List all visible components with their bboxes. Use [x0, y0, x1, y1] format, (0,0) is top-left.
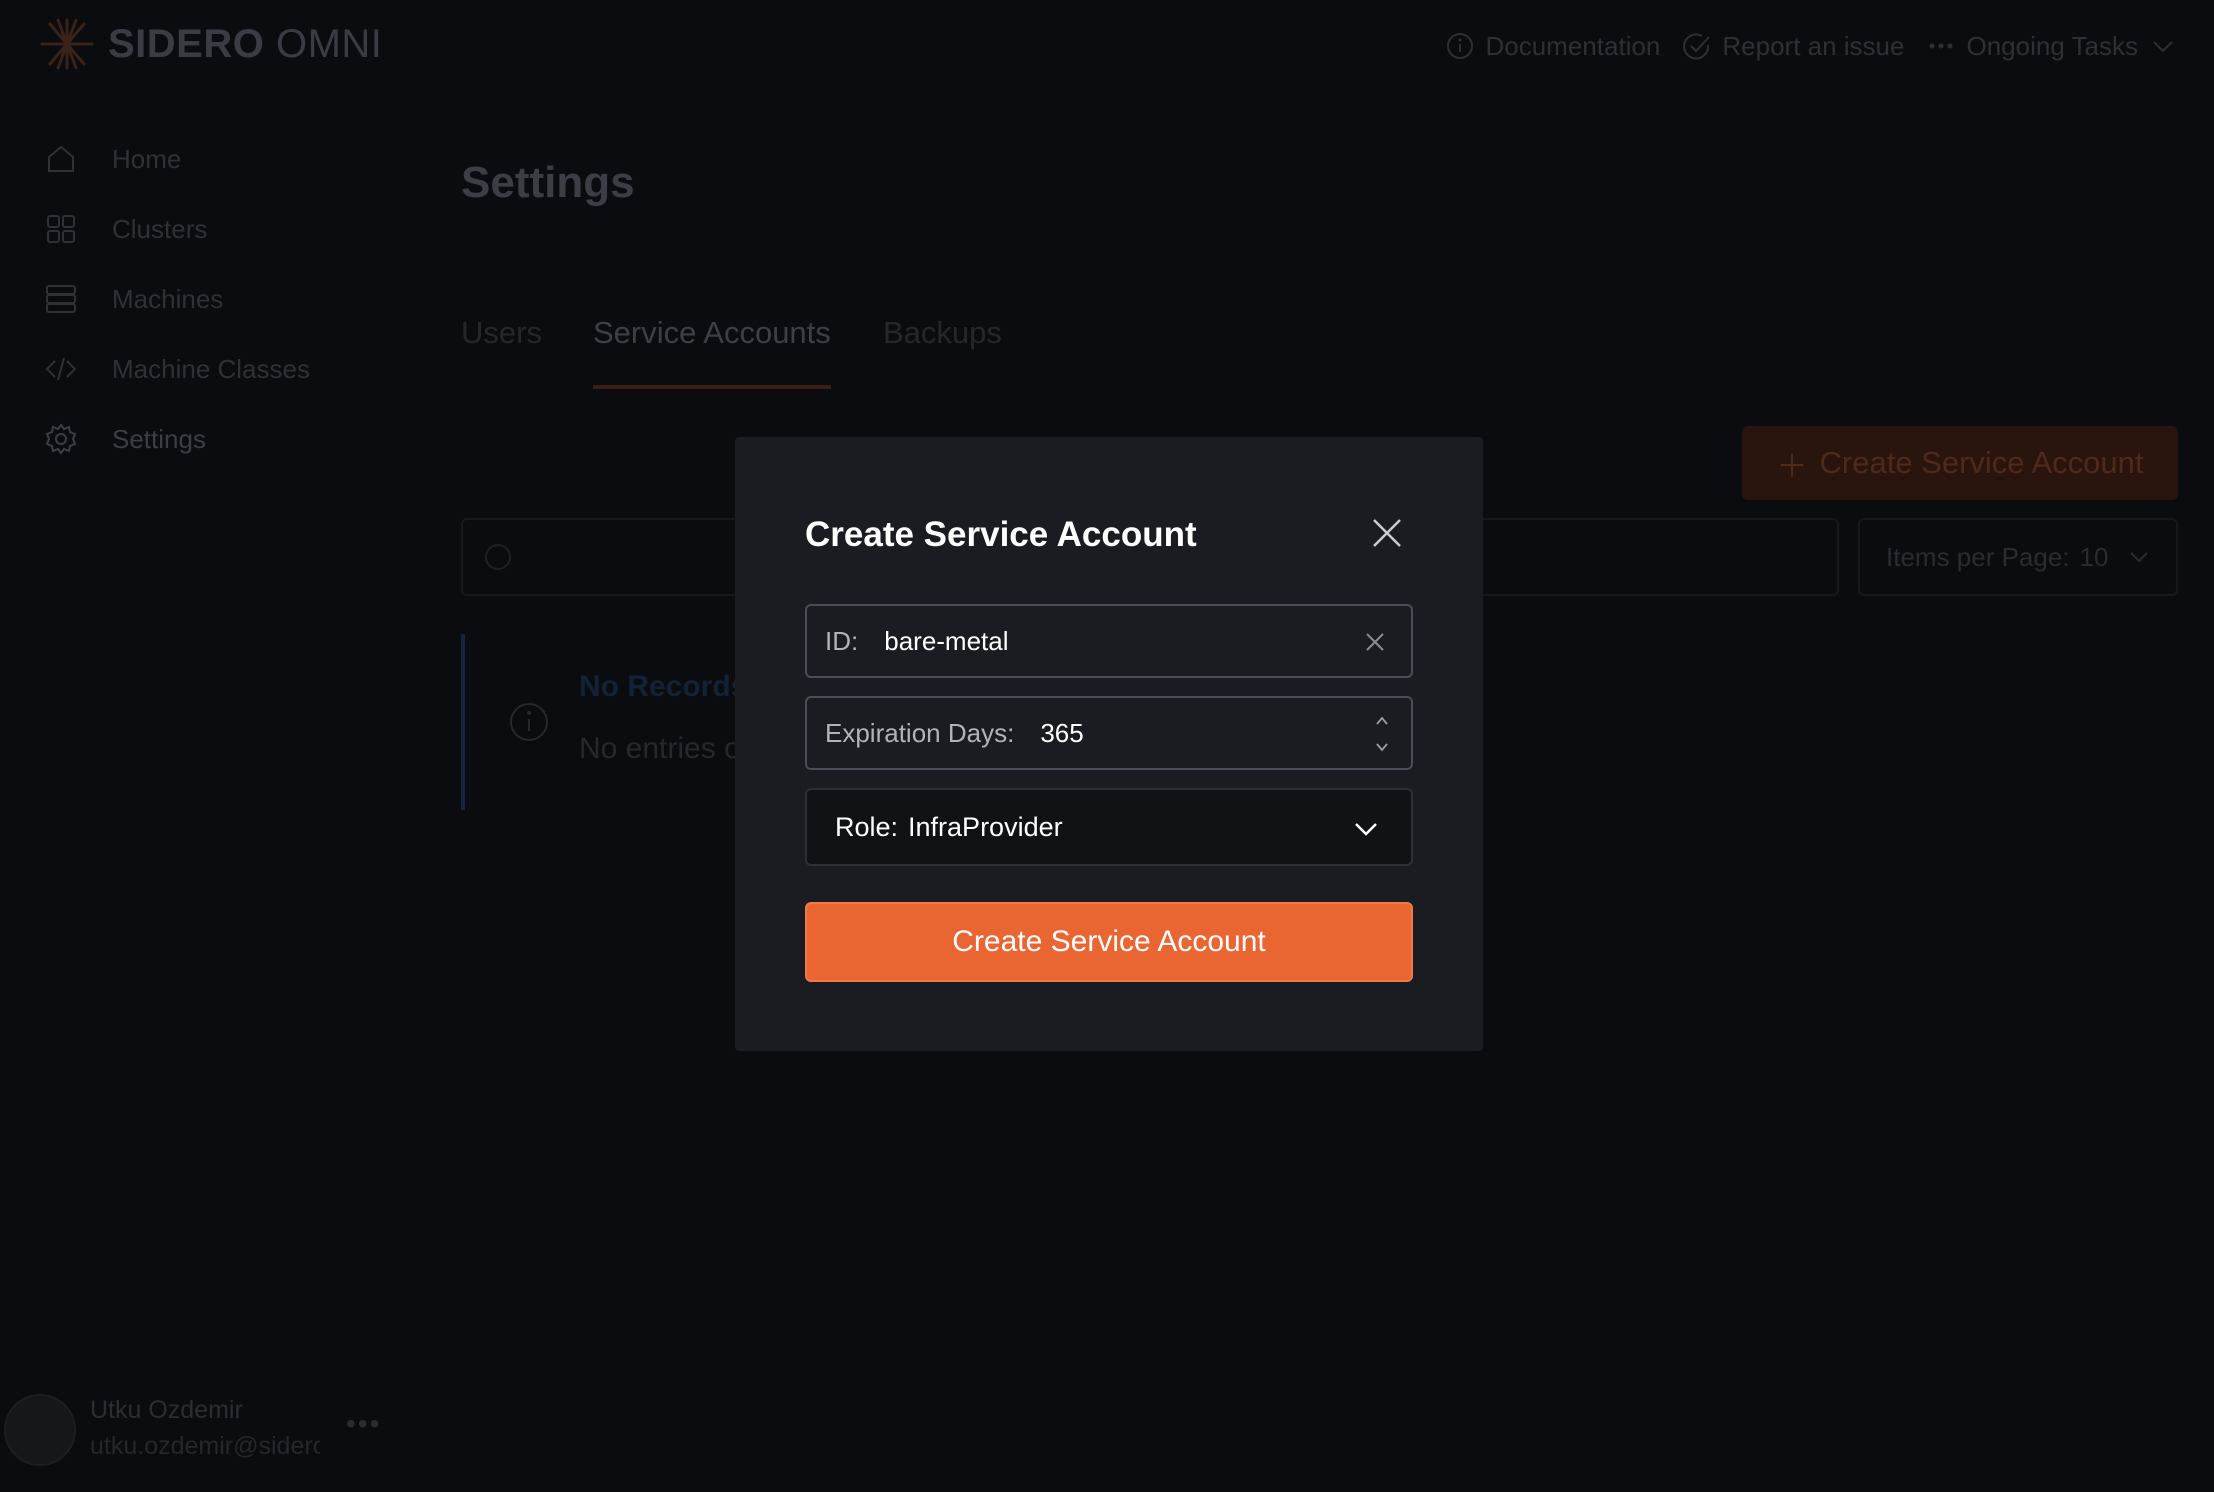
user-email: utku.ozdemir@sidero: [90, 1432, 320, 1460]
info-icon: [510, 703, 548, 741]
create-button-label: Create Service Account: [1819, 445, 2144, 480]
brand-name: SIDERO OMNI: [108, 22, 382, 67]
server-icon: [46, 285, 76, 313]
clear-icon[interactable]: [1361, 628, 1389, 656]
alert-title: No Records: [579, 670, 748, 703]
brand-logo[interactable]: SIDERO OMNI: [36, 14, 382, 74]
brand-name-bold: SIDERO: [108, 21, 265, 66]
id-field-label: ID:: [825, 625, 859, 656]
close-button[interactable]: [1365, 511, 1409, 555]
sidebar-item-settings[interactable]: Settings: [44, 419, 206, 459]
expiration-days-value[interactable]: 365: [1040, 718, 1083, 749]
user-menu-button[interactable]: •••: [346, 1408, 381, 1440]
search-icon: [485, 544, 511, 570]
report-issue-label: Report an issue: [1722, 30, 1905, 61]
per-page-label: Items per Page:: [1886, 541, 2070, 572]
close-icon: [1373, 519, 1401, 547]
role-select[interactable]: Role: InfraProvider: [805, 788, 1413, 866]
id-field-value[interactable]: bare-metal: [884, 626, 1008, 657]
per-page-value: 10: [2079, 541, 2109, 572]
role-select-value: InfraProvider: [908, 811, 1063, 842]
chevron-down-icon[interactable]: [1374, 740, 1390, 754]
create-service-account-modal: Create Service Account ID: bare-metal Ex…: [735, 437, 1483, 1051]
home-icon: [48, 145, 74, 172]
grid-icon: [47, 215, 75, 243]
tab-service-accounts[interactable]: Service Accounts: [593, 315, 831, 351]
documentation-label: Documentation: [1485, 30, 1661, 61]
sidero-logo-icon: [40, 18, 94, 70]
gear-icon: [45, 423, 77, 455]
active-tab-indicator: [593, 385, 831, 389]
sidebar-item-machine-classes[interactable]: Machine Classes: [44, 349, 310, 389]
report-issue-link[interactable]: Report an issue: [1682, 31, 1904, 62]
chevron-down-icon: [2153, 41, 2173, 53]
chevron-down-icon: [2130, 552, 2149, 563]
user-profile[interactable]: Utku Ozdemir utku.ozdemir@sidero •••: [0, 1388, 400, 1478]
create-service-account-button[interactable]: Create Service Account: [805, 902, 1413, 982]
create-service-account-button-bg[interactable]: ＋ Create Service Account: [1742, 426, 2178, 500]
ongoing-tasks-dropdown[interactable]: Ongoing Tasks: [1926, 31, 2178, 62]
sidebar-item-home[interactable]: Home: [44, 139, 181, 179]
expiration-days-label: Expiration Days:: [825, 717, 1015, 748]
sidebar-item-label: Settings: [112, 423, 206, 454]
chevron-up-icon[interactable]: [1374, 714, 1390, 728]
role-select-label: Role:: [835, 811, 899, 842]
check-circle-icon: [1683, 33, 1711, 60]
sidebar-item-label: Machine Classes: [112, 353, 310, 384]
app-root: SIDERO OMNI Documentation Report an issu…: [0, 0, 2214, 1492]
ellipsis-icon: [1929, 43, 1953, 49]
tab-backups[interactable]: Backups: [883, 315, 1002, 351]
id-field[interactable]: ID: bare-metal: [805, 604, 1413, 678]
documentation-link[interactable]: Documentation: [1445, 31, 1660, 62]
info-icon: [1447, 33, 1474, 59]
tab-users[interactable]: Users: [461, 315, 542, 351]
brand-name-light: OMNI: [275, 21, 383, 66]
chevron-down-icon: [1355, 823, 1377, 836]
sidebar-item-label: Home: [112, 143, 182, 174]
code-icon: [45, 357, 77, 381]
sidebar-item-clusters[interactable]: Clusters: [44, 209, 207, 249]
sidebar-item-label: Machines: [112, 283, 224, 314]
modal-title: Create Service Account: [805, 515, 1197, 554]
expiration-days-field[interactable]: Expiration Days: 365: [805, 696, 1413, 770]
items-per-page-select[interactable]: Items per Page: 10: [1858, 518, 2178, 596]
user-name: Utku Ozdemir: [90, 1396, 243, 1424]
avatar: [4, 1394, 76, 1466]
expiration-days-stepper[interactable]: [1371, 714, 1393, 754]
page-title: Settings: [461, 158, 635, 207]
ongoing-tasks-label: Ongoing Tasks: [1966, 30, 2138, 61]
plus-icon: ＋: [1776, 448, 1808, 484]
header-links: Documentation Report an issue Ongoing Ta…: [1445, 24, 2178, 68]
sidebar-item-machines[interactable]: Machines: [44, 279, 223, 319]
sidebar-item-label: Clusters: [112, 213, 208, 244]
